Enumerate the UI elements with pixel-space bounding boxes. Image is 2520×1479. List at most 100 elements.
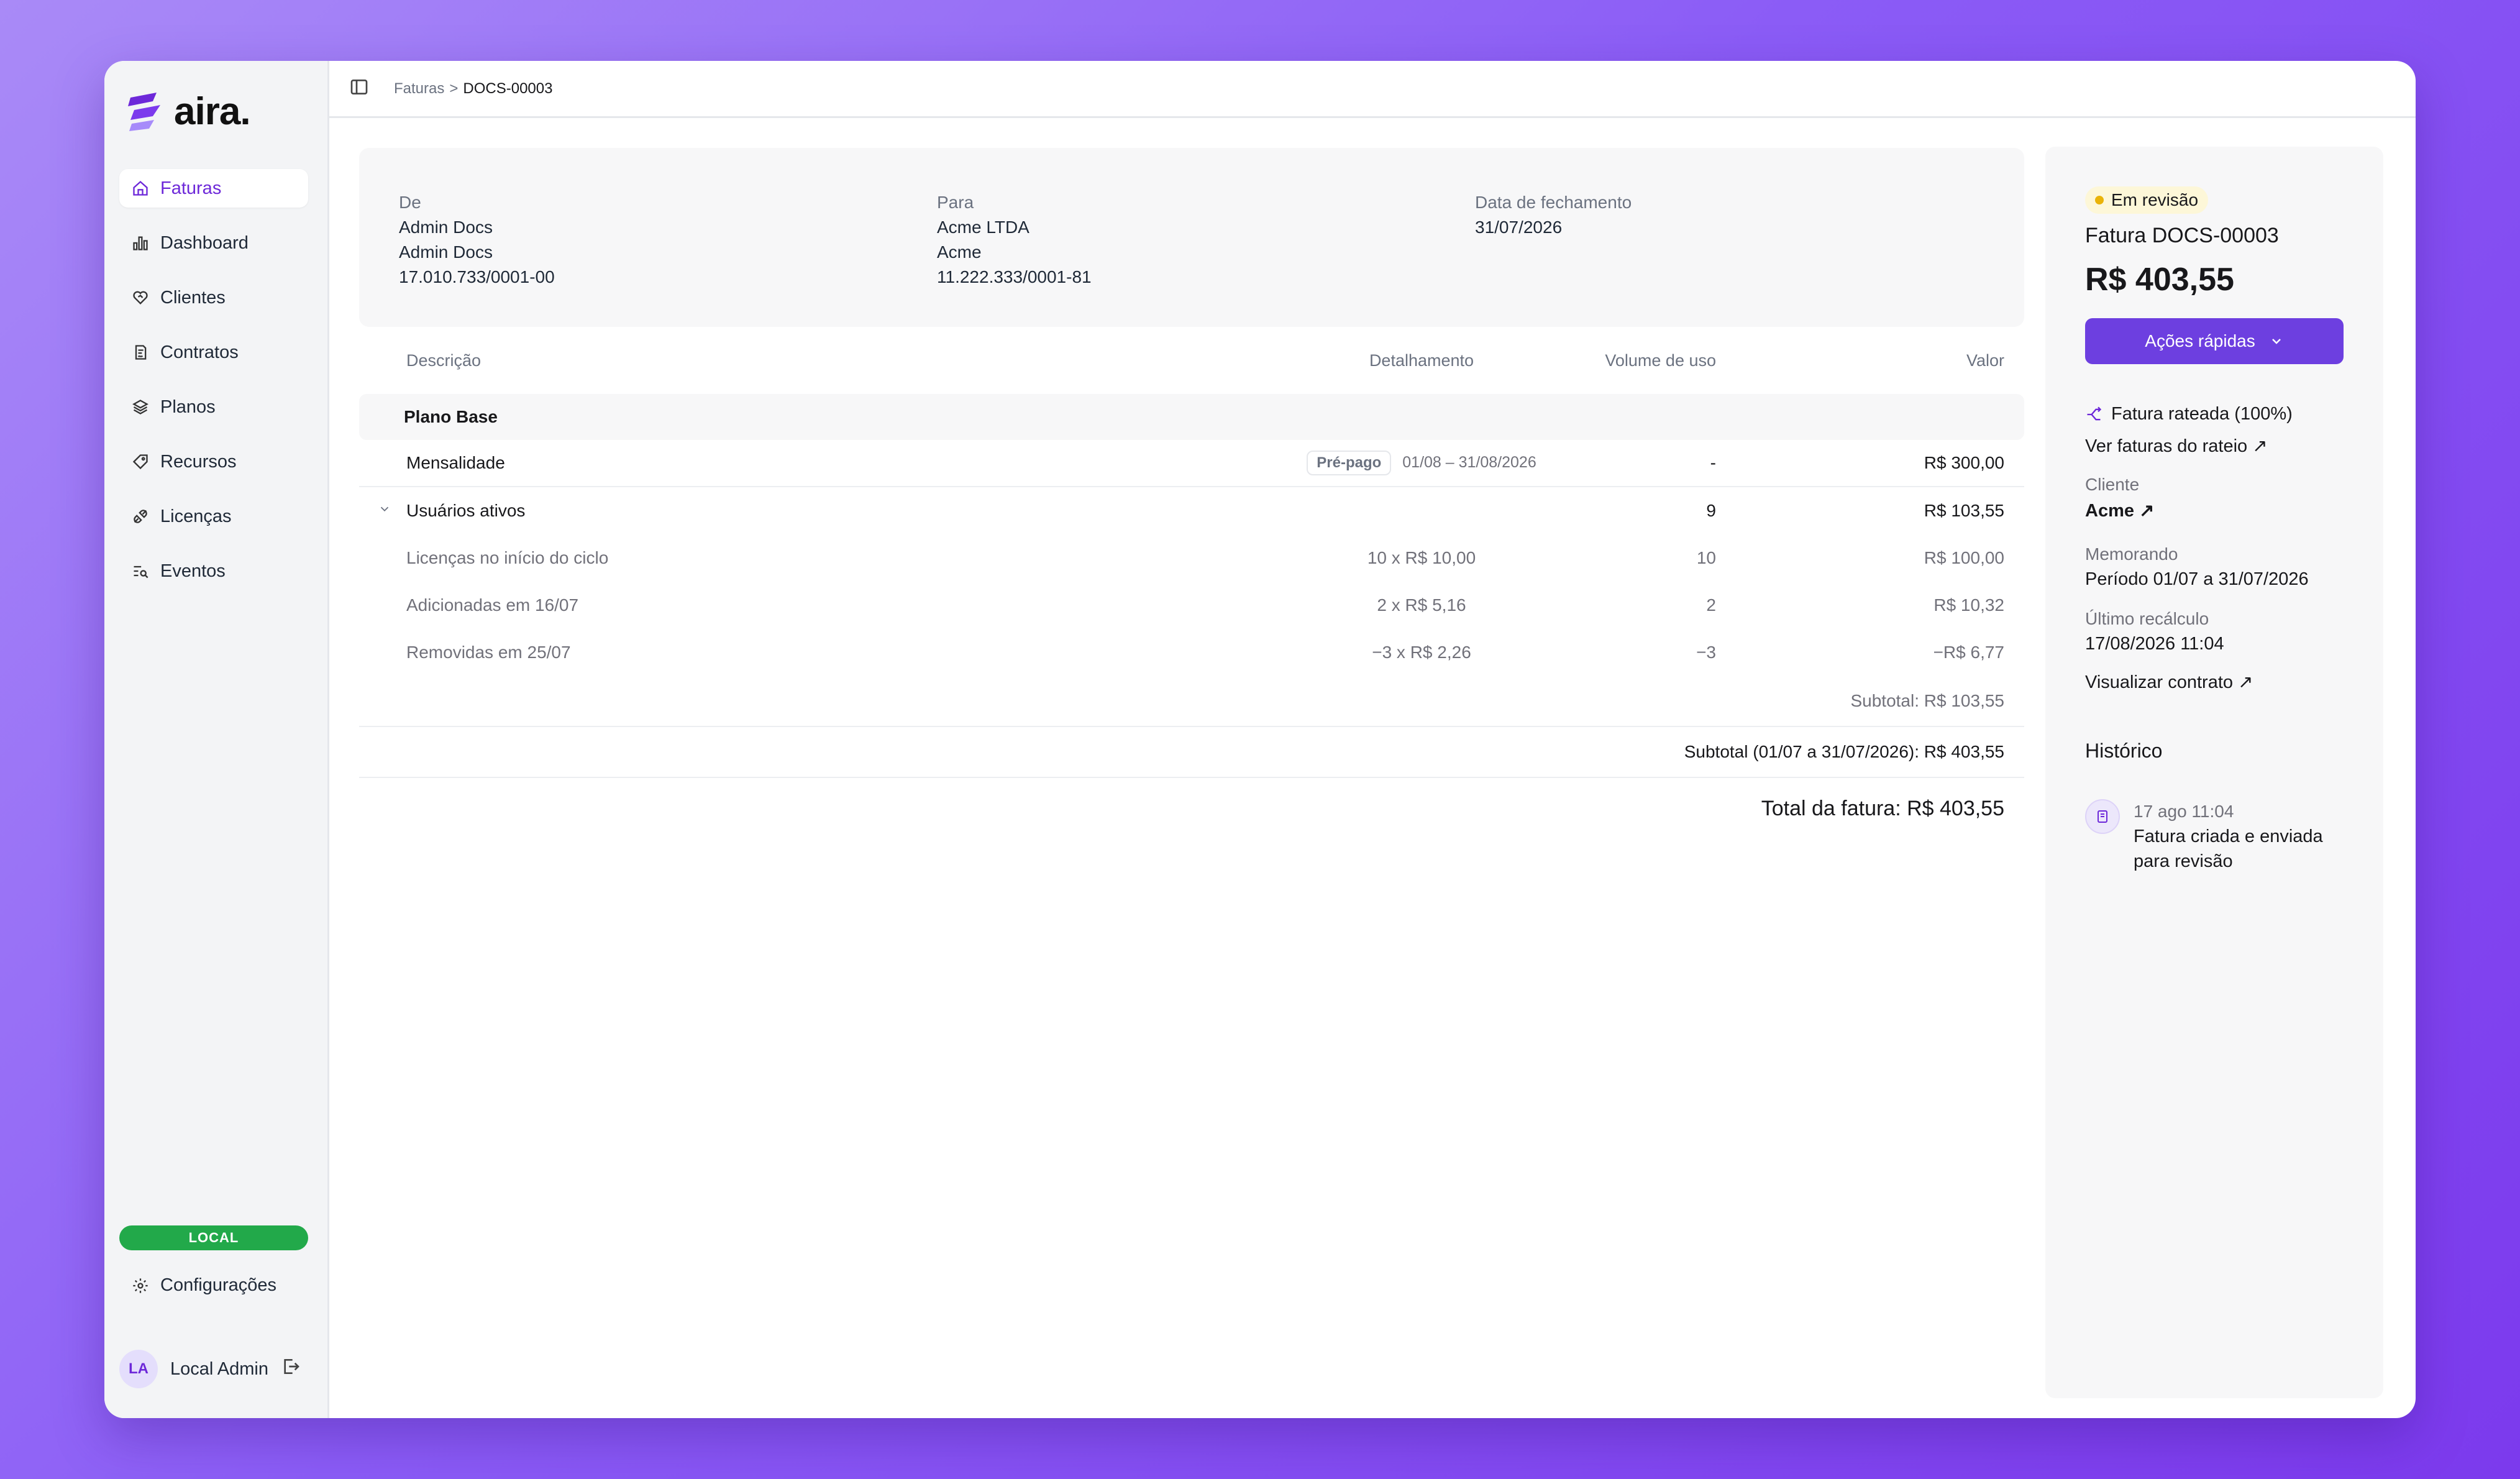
table-subrow: Adicionadas em 16/07 2 x R$ 5,16 2 R$ 10… bbox=[359, 582, 2024, 629]
sidebar-item-label: Faturas bbox=[160, 178, 222, 198]
status-badge: Em revisão bbox=[2085, 186, 2209, 214]
row-period: 01/08 – 31/08/2026 bbox=[1402, 454, 1536, 471]
sidebar-item-label: Dashboard bbox=[160, 232, 249, 253]
sidebar-item-clientes[interactable]: Clientes bbox=[119, 278, 308, 317]
avatar: LA bbox=[119, 1350, 158, 1388]
to-line: Acme LTDA bbox=[937, 218, 1029, 237]
status-label: Em revisão bbox=[2111, 190, 2199, 209]
external-link-icon: ↗ bbox=[2252, 436, 2268, 456]
aira-logo-icon bbox=[128, 92, 160, 131]
top-bar: Faturas > DOCS-00003 bbox=[329, 61, 2416, 118]
external-link-icon: ↗ bbox=[2238, 672, 2253, 692]
row-usage: 10 bbox=[1696, 548, 1716, 567]
chart-bar-icon bbox=[132, 234, 149, 252]
history-text: para revisão bbox=[2134, 851, 2233, 871]
row-description: Removidas em 25/07 bbox=[406, 643, 571, 662]
document-icon bbox=[2085, 799, 2120, 834]
sidebar-item-label: Planos bbox=[160, 396, 216, 417]
header-usage: Volume de uso bbox=[1605, 350, 1716, 370]
quick-actions-label: Ações rápidas bbox=[2145, 331, 2255, 350]
view-contract-link[interactable]: Visualizar contrato ↗ bbox=[2085, 671, 2253, 693]
row-description: Licenças no início do ciclo bbox=[406, 548, 609, 567]
row-usage: 2 bbox=[1706, 595, 1716, 615]
client-label: Cliente bbox=[2085, 475, 2140, 494]
to-block: Para Acme LTDA Acme 11.222.333/0001-81 bbox=[937, 190, 1092, 290]
table-row-expandable[interactable]: Usuários ativos 9 R$ 103,55 bbox=[359, 487, 2024, 534]
sidebar-item-dashboard[interactable]: Dashboard bbox=[119, 224, 308, 262]
sidebar-nav: Faturas Dashboard Clientes Contratos Pla… bbox=[119, 169, 308, 607]
row-description: Mensalidade bbox=[406, 453, 505, 472]
recalc-label: Último recálculo bbox=[2085, 609, 2209, 628]
logout-icon[interactable] bbox=[281, 1357, 301, 1381]
sidebar-item-licencas[interactable]: Licenças bbox=[119, 497, 308, 536]
prorated-info: Fatura rateada (100%) bbox=[2085, 404, 2293, 424]
main-area: Faturas > DOCS-00003 De Admin Docs Admin… bbox=[329, 61, 2416, 1418]
closing-date-label: Data de fechamento bbox=[1475, 193, 1632, 212]
to-line: Acme bbox=[937, 242, 982, 262]
layers-icon bbox=[132, 398, 149, 416]
sidebar-item-contratos[interactable]: Contratos bbox=[119, 333, 308, 372]
closing-date-block: Data de fechamento 31/07/2026 bbox=[1475, 190, 1632, 240]
from-line: Admin Docs bbox=[399, 218, 493, 237]
client-link[interactable]: Acme ↗ bbox=[2085, 500, 2154, 521]
invoice-content: De Admin Docs Admin Docs 17.010.733/0001… bbox=[359, 148, 2024, 839]
breadcrumb: Faturas > DOCS-00003 bbox=[394, 80, 552, 98]
breadcrumb-separator: > bbox=[449, 80, 459, 97]
table-subrow: Removidas em 25/07 −3 x R$ 2,26 −3 −R$ 6… bbox=[359, 629, 2024, 676]
row-detail: 2 x R$ 5,16 bbox=[1377, 595, 1466, 615]
period-subtotal: Subtotal (01/07 a 31/07/2026): R$ 403,55 bbox=[359, 727, 2024, 778]
history-title: Histórico bbox=[2085, 740, 2163, 762]
invoice-table: Descrição Detalhamento Volume de uso Val… bbox=[359, 327, 2024, 839]
history-text: Fatura criada e enviada bbox=[2134, 826, 2323, 846]
sidebar-item-faturas[interactable]: Faturas bbox=[119, 169, 308, 208]
app-logo[interactable]: aira. bbox=[126, 89, 251, 134]
header-detail: Detalhamento bbox=[1369, 350, 1474, 370]
row-usage: −3 bbox=[1696, 643, 1716, 662]
chevron-down-icon[interactable] bbox=[378, 502, 391, 520]
quick-actions-button[interactable]: Ações rápidas bbox=[2085, 318, 2344, 364]
sidebar-item-recursos[interactable]: Recursos bbox=[119, 442, 308, 481]
header-value: Valor bbox=[1966, 350, 2004, 370]
prepaid-badge: Pré-pago bbox=[1307, 451, 1392, 475]
row-value: R$ 10,32 bbox=[1933, 595, 2004, 615]
row-usage: 9 bbox=[1706, 501, 1716, 520]
row-detail: −3 x R$ 2,26 bbox=[1372, 643, 1471, 662]
status-dot-icon bbox=[2095, 196, 2104, 204]
client-link-label: Acme bbox=[2085, 501, 2134, 521]
row-description: Adicionadas em 16/07 bbox=[406, 595, 579, 615]
group-subtotal: Subtotal: R$ 103,55 bbox=[359, 676, 2024, 727]
prorated-invoices-link[interactable]: Ver faturas do rateio ↗ bbox=[2085, 435, 2268, 457]
user-name: Local Admin bbox=[170, 1358, 268, 1379]
from-label: De bbox=[399, 193, 421, 212]
sidebar: aira. Faturas Dashboard Clientes Contrat… bbox=[104, 61, 329, 1418]
to-label: Para bbox=[937, 193, 974, 212]
header-description: Descrição bbox=[406, 350, 482, 370]
settings-link[interactable]: Configurações bbox=[132, 1275, 276, 1296]
history-time: 17 ago 11:04 bbox=[2134, 802, 2234, 821]
row-detail: Pré-pago 01/08 – 31/08/2026 bbox=[1241, 451, 1602, 475]
invoice-summary-panel: Em revisão Fatura DOCS-00003 R$ 403,55 A… bbox=[2045, 147, 2383, 1398]
view-contract-label: Visualizar contrato bbox=[2085, 672, 2234, 692]
memo-label: Memorando bbox=[2085, 544, 2178, 564]
sidebar-item-planos[interactable]: Planos bbox=[119, 388, 308, 426]
breadcrumb-parent[interactable]: Faturas bbox=[394, 80, 444, 98]
contract-icon bbox=[132, 344, 149, 361]
group-row-plano-base: Plano Base bbox=[359, 394, 2024, 440]
from-line: Admin Docs bbox=[399, 242, 493, 262]
external-link-icon: ↗ bbox=[2139, 501, 2155, 521]
settings-label: Configurações bbox=[160, 1275, 276, 1295]
history-item: 17 ago 11:04 Fatura criada e enviada par… bbox=[2085, 799, 2323, 874]
closing-date-value: 31/07/2026 bbox=[1475, 218, 1563, 237]
chevron-down-icon bbox=[2271, 339, 2281, 344]
invoice-amount: R$ 403,55 bbox=[2085, 262, 2234, 298]
plug-icon bbox=[132, 508, 149, 525]
heart-handshake-icon bbox=[132, 289, 149, 306]
app-name: aira. bbox=[174, 90, 251, 133]
to-line: 11.222.333/0001-81 bbox=[937, 267, 1092, 286]
table-header: Descrição Detalhamento Volume de uso Val… bbox=[359, 327, 2024, 394]
row-value: R$ 100,00 bbox=[1924, 548, 2004, 567]
sidebar-item-label: Contratos bbox=[160, 342, 239, 362]
sidebar-toggle-icon[interactable] bbox=[349, 77, 369, 100]
table-subrow: Licenças no início do ciclo 10 x R$ 10,0… bbox=[359, 534, 2024, 582]
sidebar-item-eventos[interactable]: Eventos bbox=[119, 552, 308, 590]
